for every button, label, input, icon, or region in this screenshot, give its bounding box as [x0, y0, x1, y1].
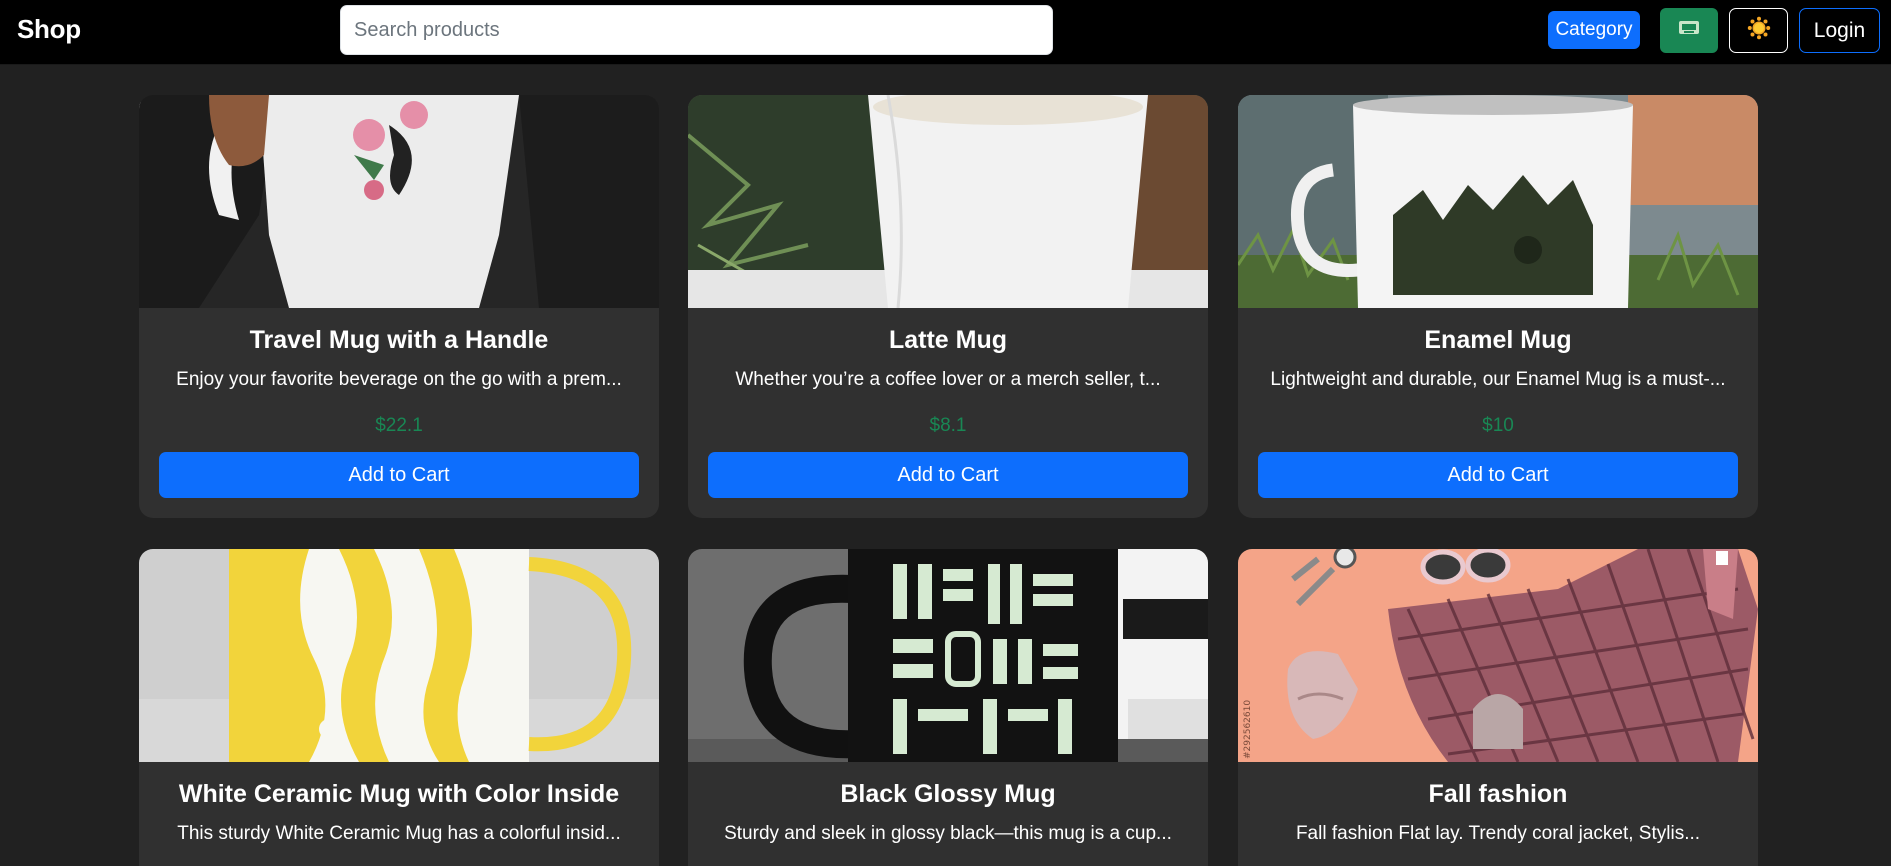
product-description: Whether you’re a coffee lover or a merch… — [735, 369, 1161, 390]
navbar: Shop Category Login — [0, 0, 1891, 65]
add-to-cart-button[interactable]: Add to Cart — [1258, 452, 1738, 498]
search-input[interactable] — [340, 5, 1053, 55]
cart-icon — [1678, 19, 1700, 42]
product-card: Travel Mug with a Handle Enjoy your favo… — [139, 95, 659, 518]
image-watermark-text: #292562610 — [1243, 700, 1253, 759]
sun-icon — [1747, 16, 1771, 45]
product-title: Black Glossy Mug — [840, 780, 1056, 808]
product-price: $10 — [1482, 415, 1514, 436]
category-button[interactable]: Category — [1548, 11, 1640, 49]
product-card: Enamel Mug Lightweight and durable, our … — [1238, 95, 1758, 518]
cart-button[interactable] — [1660, 8, 1718, 53]
add-to-cart-button[interactable]: Add to Cart — [159, 452, 639, 498]
product-title: Travel Mug with a Handle — [249, 326, 549, 354]
add-to-cart-button[interactable]: Add to Cart — [708, 452, 1188, 498]
product-title: Enamel Mug — [1424, 326, 1572, 354]
product-image-travel-mug[interactable] — [139, 95, 659, 308]
login-button[interactable]: Login — [1799, 8, 1880, 53]
product-description: Fall fashion Flat lay. Trendy coral jack… — [1295, 823, 1701, 844]
product-card: Black Glossy Mug Sturdy and sleek in glo… — [688, 549, 1208, 866]
product-card: White Ceramic Mug with Color Inside This… — [139, 549, 659, 866]
product-image-black-mug[interactable] — [688, 549, 1208, 762]
product-description: Enjoy your favorite beverage on the go w… — [176, 369, 622, 390]
product-card: Latte Mug Whether you’re a coffee lover … — [688, 95, 1208, 518]
product-description: Lightweight and durable, our Enamel Mug … — [1270, 369, 1726, 390]
brand-logo[interactable]: Shop — [17, 14, 81, 45]
product-image-enamel-mug[interactable] — [1238, 95, 1758, 308]
product-title: White Ceramic Mug with Color Inside — [178, 780, 620, 808]
product-card: #292562610 Fall fashion Fall fashion Fla… — [1238, 549, 1758, 866]
product-title: Fall fashion — [1428, 780, 1568, 808]
product-title: Latte Mug — [888, 326, 1008, 354]
theme-toggle-button[interactable] — [1729, 8, 1788, 53]
product-image-ceramic-mug[interactable] — [139, 549, 659, 762]
product-description: Sturdy and sleek in glossy black—this mu… — [724, 823, 1172, 844]
product-description: This sturdy White Ceramic Mug has a colo… — [177, 823, 621, 844]
product-price: $8.1 — [929, 415, 967, 436]
product-price: $22.1 — [375, 415, 423, 436]
product-image-fall-fashion[interactable]: #292562610 — [1238, 549, 1758, 762]
product-image-latte-mug[interactable] — [688, 95, 1208, 308]
